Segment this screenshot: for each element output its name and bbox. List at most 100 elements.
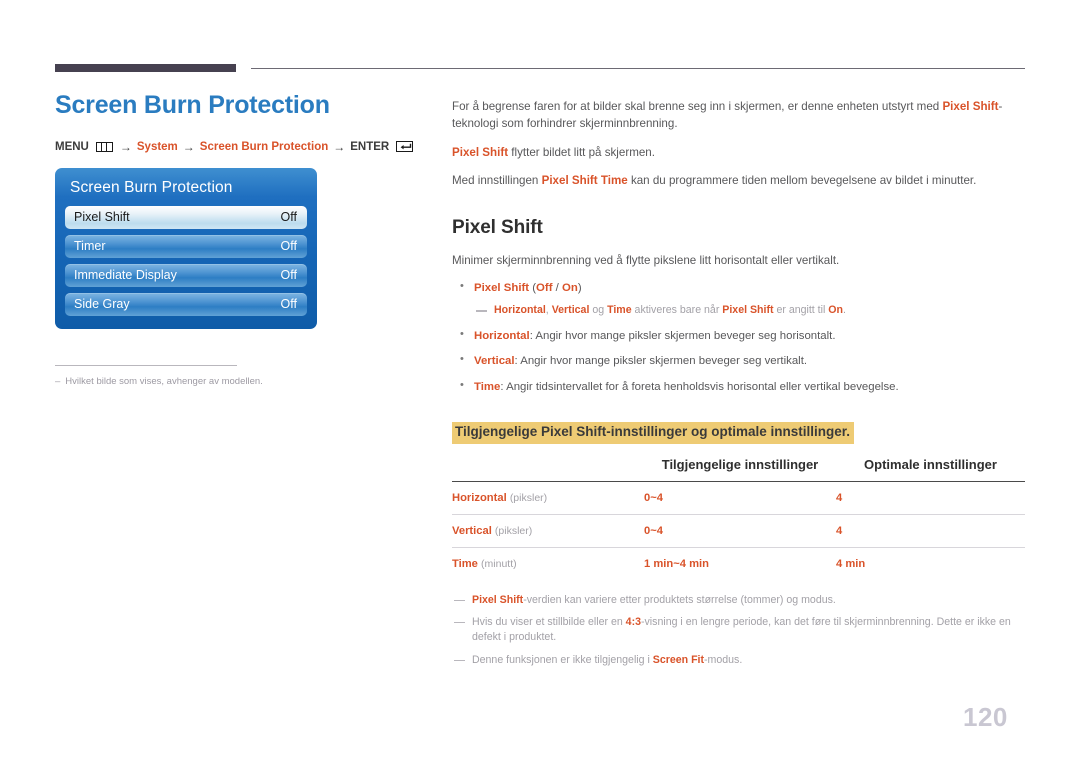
bullet-3-accent: Time xyxy=(474,380,501,393)
row-label-accent: Time xyxy=(452,557,478,570)
footnote-3-accent: Screen Fit xyxy=(652,653,705,666)
osd-row-value: Off xyxy=(280,210,297,224)
intro-p3-text-b: kan du programmere tiden mellom bevegels… xyxy=(627,174,977,188)
row-label-unit: (minutt) xyxy=(481,557,517,570)
intro-p3-text-a: Med innstillingen xyxy=(452,174,542,188)
table-row: Horizontal (piksler) 0~4 4 xyxy=(452,481,1025,515)
osd-row-label: Pixel Shift xyxy=(74,210,130,224)
row-label-unit: (piksler) xyxy=(494,524,533,537)
left-note-divider xyxy=(55,364,237,366)
bullet-1-accent: Horizontal xyxy=(474,329,530,342)
osd-row-immediate-display[interactable]: Immediate Display Off xyxy=(65,263,307,287)
right-column: For å begrense faren for at bilder skal … xyxy=(452,98,1025,670)
bullet-1-rest: : Angir hvor mange piksler skjermen beve… xyxy=(529,329,836,342)
footnote-1-accent: Pixel Shift xyxy=(472,593,524,606)
footnote-3-text-a: Denne funksjonen er ikke tilgjengelig i xyxy=(472,653,653,666)
table-cell-available-vertical: 0~4 xyxy=(644,514,836,548)
settings-table: Tilgjengelige innstillinger Optimale inn… xyxy=(452,450,1025,580)
intro-p1-text-a: For å begrense faren for at bilder skal … xyxy=(452,100,943,113)
bullet-0-accent: Pixel Shift xyxy=(474,281,530,294)
osd-row-side-gray[interactable]: Side Gray Off xyxy=(65,292,307,316)
header-rule-thin xyxy=(251,68,1025,69)
table-header-blank xyxy=(452,450,644,482)
footnote-1: Pixel Shift-verdien kan variere etter pr… xyxy=(452,593,1025,608)
table-footnotes: Pixel Shift-verdien kan variere etter pr… xyxy=(452,593,1025,668)
breadcrumb-arrow-2: → xyxy=(182,139,195,154)
header-rule-thick xyxy=(55,64,236,72)
intro-p2-accent: Pixel Shift xyxy=(452,145,509,159)
breadcrumb-menu-label: MENU xyxy=(55,140,89,153)
table-header-row: Tilgjengelige innstillinger Optimale inn… xyxy=(452,450,1025,482)
footnote-3-text-b: -modus. xyxy=(704,653,743,666)
osd-row-label: Side Gray xyxy=(74,297,130,311)
bullet-0-option-on: On xyxy=(562,281,578,294)
breadcrumb-item-screen-burn-protection: Screen Burn Protection xyxy=(199,140,329,153)
row-label-accent: Horizontal xyxy=(452,491,507,504)
subnote-t2: og xyxy=(589,304,608,317)
subnote-accent-time: Time xyxy=(607,304,632,317)
subnote-accent-on: On xyxy=(828,304,843,317)
footnote-3: Denne funksjonen er ikke tilgjengelig i … xyxy=(452,653,1025,668)
intro-p3-accent: Pixel Shift Time xyxy=(541,174,628,188)
left-footnote: – Hvilket bilde som vises, avhenger av m… xyxy=(55,375,425,388)
bullet-0-open: ( xyxy=(529,281,537,294)
footnote-1-text: -verdien kan variere etter produktets st… xyxy=(523,593,836,606)
intro-paragraph-2: Pixel Shift flytter bildet litt på skjer… xyxy=(452,144,1025,161)
bullet-horizontal: Horizontal: Angir hvor mange piksler skj… xyxy=(452,327,1025,345)
breadcrumb-enter-label: ENTER xyxy=(350,140,390,153)
breadcrumb-arrow-3: → xyxy=(333,139,346,154)
bullet-time: Time: Angir tidsintervallet for å foreta… xyxy=(452,378,1025,396)
subnote-t3: aktiveres bare når xyxy=(631,304,723,317)
menu-path-breadcrumb: MENU → System → Screen Burn Protection →… xyxy=(55,140,425,154)
page-number: 120 xyxy=(963,702,1008,732)
osd-row-timer[interactable]: Timer Off xyxy=(65,234,307,258)
table-row: Vertical (piksler) 0~4 4 xyxy=(452,514,1025,548)
osd-row-pixel-shift[interactable]: Pixel Shift Off xyxy=(65,205,307,229)
osd-menu-panel: Screen Burn Protection Pixel Shift Off T… xyxy=(55,167,317,329)
row-label-unit: (piksler) xyxy=(509,491,548,504)
subnote-t5: . xyxy=(843,304,846,317)
table-cell-optimal-time: 4 min xyxy=(836,557,866,570)
intro-paragraph-1: For å begrense faren for at bilder skal … xyxy=(452,98,1025,133)
subnote-accent-vertical: Vertical xyxy=(551,304,590,317)
breadcrumb-arrow-1: → xyxy=(119,139,132,154)
bullet-0-close: ) xyxy=(577,281,582,294)
bullet-2-accent: Vertical xyxy=(474,355,515,368)
pixel-shift-bullet-list: Pixel Shift (Off / On) Horizontal, Verti… xyxy=(452,279,1025,396)
osd-row-value: Off xyxy=(280,268,297,282)
footnote-2-text-a: Hvis du viser et stillbilde eller en xyxy=(472,615,626,628)
table-cell-available-horizontal: 0~4 xyxy=(644,481,836,515)
table-cell-label-time: Time (minutt) xyxy=(452,547,644,580)
enter-return-icon xyxy=(396,141,414,152)
bullet-2-rest: : Angir hvor mange piksler skjermen beve… xyxy=(514,355,808,368)
left-footnote-dash: – xyxy=(55,375,61,387)
table-cell-label-vertical: Vertical (piksler) xyxy=(452,514,644,548)
breadcrumb-item-system: System xyxy=(136,140,178,153)
table-header-available: Tilgjengelige innstillinger xyxy=(644,450,836,482)
table-header-optimal: Optimale innstillinger xyxy=(836,450,1025,482)
bullet-pixel-shift-subnote: Horizontal, Vertical og Time aktiveres b… xyxy=(474,303,1025,318)
row-label-accent: Vertical xyxy=(452,524,492,537)
highlighted-subheading: Tilgjengelige Pixel Shift-innstillinger … xyxy=(452,422,855,444)
footnote-2: Hvis du viser et stillbilde eller en 4:3… xyxy=(452,615,1025,646)
subnote-accent-horizontal: Horizontal xyxy=(494,304,546,317)
osd-row-value: Off xyxy=(280,239,297,253)
bullet-3-rest: : Angir tidsintervallet for å foreta hen… xyxy=(500,380,899,393)
bullet-pixel-shift: Pixel Shift (Off / On) Horizontal, Verti… xyxy=(452,279,1025,319)
section-lead-text: Minimer skjerminnbrenning ved å flytte p… xyxy=(452,253,840,267)
left-footnote-text: Hvilket bilde som vises, avhenger av mod… xyxy=(65,375,263,387)
section-title-pixel-shift: Pixel Shift xyxy=(452,216,543,238)
osd-row-label: Immediate Display xyxy=(74,268,177,282)
manual-page: Screen Burn Protection MENU → System → S… xyxy=(0,0,1080,763)
menu-bars-icon xyxy=(95,141,113,152)
bullet-0-sep: / xyxy=(552,281,562,294)
footnote-2-accent: 4:3 xyxy=(625,615,641,628)
subnote-t4: er angitt til xyxy=(773,304,829,317)
subnote-accent-pixel-shift: Pixel Shift xyxy=(722,304,774,317)
osd-row-label: Timer xyxy=(74,239,106,253)
osd-menu-title: Screen Burn Protection xyxy=(70,178,233,196)
bullet-0-option-off: Off xyxy=(536,281,553,294)
intro-p2-text-b: flytter bildet litt på skjermen. xyxy=(508,145,655,159)
osd-row-value: Off xyxy=(280,297,297,311)
left-column: Screen Burn Protection MENU → System → S… xyxy=(55,91,425,388)
